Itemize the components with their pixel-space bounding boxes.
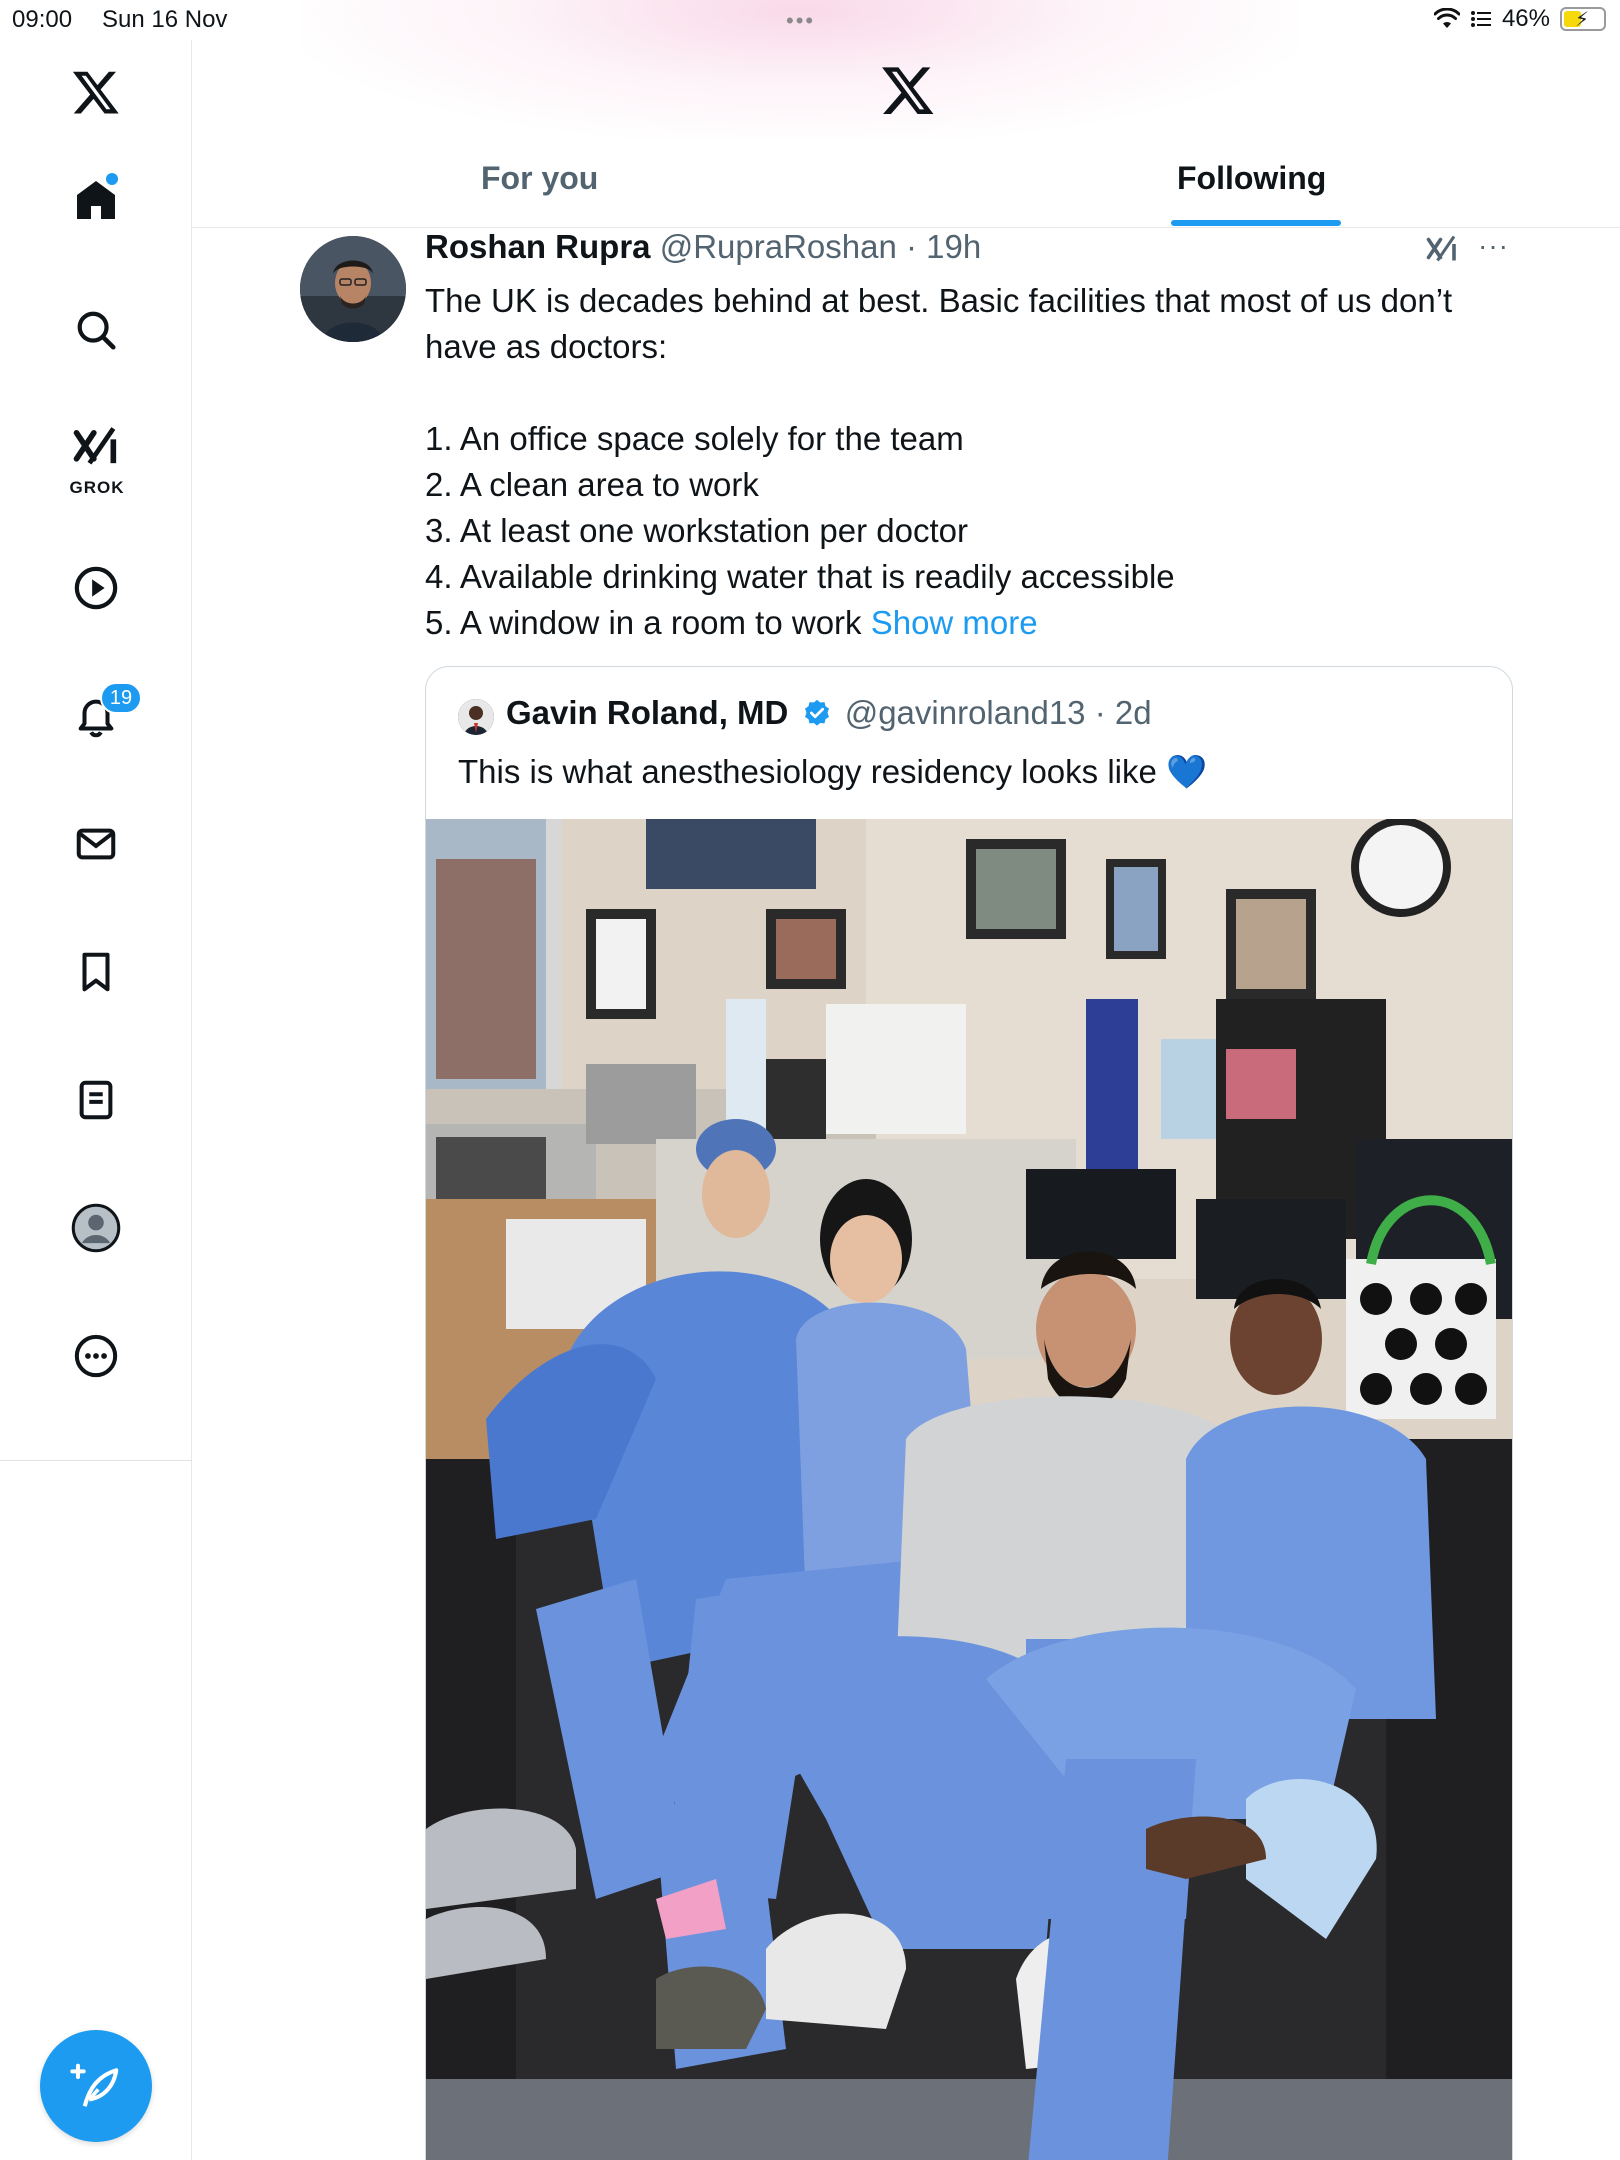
quoted-author-avatar — [458, 699, 494, 735]
compose-button[interactable] — [40, 2030, 152, 2142]
status-bar: 09:00 Sun 16 Nov ••• 46% ⚡ — [0, 0, 1620, 40]
status-date: Sun 16 Nov — [102, 6, 228, 33]
list-item: 4. Available drinking water that is read… — [425, 558, 1175, 595]
blue-heart-emoji: 💙 — [1166, 753, 1208, 790]
quoted-post-text: This is what anesthesiology residency lo… — [458, 753, 1208, 790]
quoted-author-name: Gavin Roland, MD — [506, 694, 789, 731]
focus-list-icon — [1470, 11, 1491, 27]
author-avatar[interactable] — [300, 236, 406, 342]
post-text: The UK is decades behind at best. Basic … — [425, 278, 1525, 646]
quoted-author-handle: @gavinroland13 — [844, 694, 1086, 731]
sidebar: GROK 19 — [0, 40, 192, 2160]
bookmark-icon[interactable] — [66, 942, 126, 1002]
list-item: 3. At least one workstation per doctor — [425, 512, 968, 549]
more-icon[interactable] — [66, 1326, 126, 1386]
messages-envelope-icon[interactable] — [66, 814, 126, 874]
notifications-badge: 19 — [100, 682, 142, 714]
status-indicators: 46% ⚡ — [1433, 5, 1606, 33]
post-time[interactable]: 19h — [926, 228, 981, 265]
header-x-logo-icon[interactable] — [880, 62, 936, 118]
author-handle[interactable]: @RupraRoshan — [660, 228, 897, 265]
x-logo-icon[interactable] — [66, 62, 126, 122]
grok-explain-icon[interactable] — [1424, 232, 1460, 273]
status-time: 09:00 — [12, 6, 73, 33]
lists-icon[interactable] — [66, 1070, 126, 1130]
post-intro: The UK is decades behind at best. Basic … — [425, 282, 1453, 365]
compose-feather-icon — [70, 2063, 119, 2107]
multitasking-dots-icon[interactable]: ••• — [786, 8, 815, 34]
active-tab-indicator — [1171, 220, 1341, 226]
post-header: Roshan Rupra @RupraRoshan · 19h — [425, 228, 981, 266]
list-item-last: 5. A window in a room to work Show more — [425, 604, 1038, 641]
wifi-icon — [1433, 8, 1460, 28]
list-item: 2. A clean area to work — [425, 466, 759, 503]
quoted-post-header: Gavin Roland, MD @gavinroland13 · 2d — [506, 694, 1152, 731]
list-item: 1. An office space solely for the team — [425, 420, 964, 457]
tab-following[interactable]: Following — [1177, 160, 1326, 197]
show-more-link[interactable]: Show more — [871, 604, 1038, 641]
grok-label: GROK — [69, 478, 125, 497]
quoted-post[interactable]: Gavin Roland, MD @gavinroland13 · 2d Thi… — [425, 666, 1513, 2160]
verified-badge-icon — [804, 699, 829, 726]
post-more-icon[interactable]: ··· — [1478, 230, 1509, 262]
video-icon[interactable] — [66, 558, 126, 618]
profile-icon[interactable] — [66, 1198, 126, 1258]
quoted-post-photo[interactable] — [426, 819, 1513, 2160]
grok-icon[interactable] — [66, 418, 126, 478]
timeline-tabs: For you Following — [192, 150, 1620, 228]
tab-for-you[interactable]: For you — [481, 160, 598, 197]
quoted-post-time: 2d — [1114, 694, 1152, 731]
sidebar-divider — [0, 1460, 192, 1461]
author-name[interactable]: Roshan Rupra — [425, 228, 651, 265]
search-icon[interactable] — [66, 300, 126, 360]
post-time-separator: · — [896, 228, 927, 265]
battery-icon: ⚡ — [1560, 7, 1606, 31]
home-unread-dot — [106, 173, 118, 185]
battery-percent: 46% — [1501, 5, 1550, 32]
